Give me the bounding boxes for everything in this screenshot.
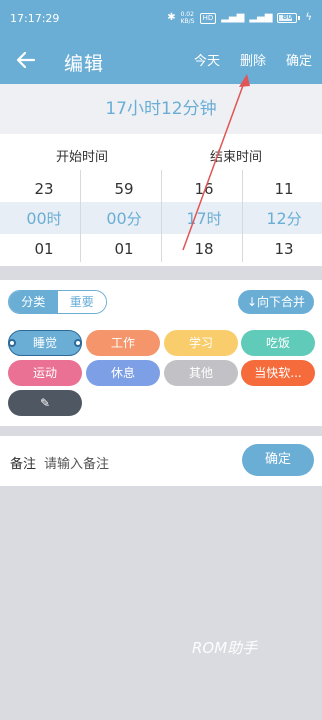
confirm-button[interactable]: 确定 bbox=[242, 444, 314, 476]
selection-handle[interactable] bbox=[74, 339, 82, 347]
app-bar: 编辑 今天 删除 确定 bbox=[0, 38, 322, 84]
segment-categories[interactable]: 分类 bbox=[9, 291, 58, 313]
category-chip-rest[interactable]: 休息 bbox=[86, 360, 160, 386]
wheel-item-selected: 12分 bbox=[266, 209, 302, 228]
wheel-divider bbox=[242, 170, 243, 262]
chip-label: 学习 bbox=[188, 336, 213, 350]
status-icons: ✱ 0.02 KB/S HD ▂▄▆ ▂▄▆ 80 ϟ bbox=[167, 11, 312, 25]
category-chip-sport[interactable]: 运动 bbox=[8, 360, 82, 386]
wheel-item-selected: 17时 bbox=[186, 209, 222, 228]
signal-icon-2: ▂▄▆ bbox=[249, 12, 273, 23]
battery-level: 80 bbox=[282, 13, 293, 21]
bluetooth-icon: ✱ bbox=[167, 12, 176, 23]
charging-icon: ϟ bbox=[305, 12, 312, 23]
wheel-item-below: 01 bbox=[114, 240, 134, 258]
category-chip-eat[interactable]: 吃饭 bbox=[241, 330, 315, 356]
wheel-item-above: 16 bbox=[194, 180, 214, 198]
chip-label: 吃饭 bbox=[265, 336, 290, 350]
wheel-item-below: 01 bbox=[34, 240, 54, 258]
category-segment-control: 分类 重要 bbox=[8, 290, 107, 314]
battery-icon: 80 bbox=[277, 13, 301, 23]
wheel-divider bbox=[161, 170, 162, 262]
chip-label: 其他 bbox=[188, 366, 213, 380]
status-bar: 17:17:29 ✱ 0.02 KB/S HD ▂▄▆ ▂▄▆ 80 ϟ bbox=[0, 0, 322, 38]
wheel-item-above: 23 bbox=[34, 180, 54, 198]
category-chip-dangkuai[interactable]: 当快软... bbox=[241, 360, 315, 386]
chip-label: 当快软... bbox=[254, 366, 302, 380]
end-time-header: 结束时间 bbox=[210, 150, 263, 165]
duration-display: 17小时12分钟 bbox=[0, 84, 322, 134]
merge-down-button[interactable]: ↓向下合并 bbox=[238, 290, 314, 314]
note-row: 备注 请输入备注 确定 bbox=[0, 436, 322, 486]
edit-categories-button[interactable]: ✎ bbox=[8, 390, 82, 416]
wheel-item-below: 13 bbox=[274, 240, 294, 258]
wheel-item-above: 11 bbox=[274, 180, 294, 198]
wheel-item-above: 59 bbox=[114, 180, 134, 198]
note-input[interactable]: 请输入备注 bbox=[44, 453, 109, 472]
pencil-icon: ✎ bbox=[39, 396, 51, 410]
wheel-divider bbox=[80, 170, 81, 262]
data-speed-icon: 0.02 KB/S bbox=[180, 11, 195, 25]
category-chip-study[interactable]: 学习 bbox=[164, 330, 238, 356]
wheel-item-below: 18 bbox=[194, 240, 214, 258]
status-time: 17:17:29 bbox=[10, 12, 60, 25]
chip-label: 运动 bbox=[32, 366, 57, 380]
chip-label: 睡觉 bbox=[32, 336, 57, 350]
signal-icon: ▂▄▆ bbox=[221, 12, 245, 23]
start-minute-wheel[interactable]: 59 00分 01 bbox=[84, 174, 164, 264]
start-time-header: 开始时间 bbox=[56, 150, 109, 165]
segment-important[interactable]: 重要 bbox=[57, 291, 106, 313]
delete-button[interactable]: 删除 bbox=[240, 50, 266, 69]
category-section: 分类 重要 ↓向下合并 睡觉 工作 学习 吃饭 运动 休息 其他 当快软... … bbox=[0, 280, 322, 426]
wheel-item-selected: 00分 bbox=[106, 209, 142, 228]
end-hour-wheel[interactable]: 16 17时 18 bbox=[164, 174, 244, 264]
start-hour-wheel[interactable]: 23 00时 01 bbox=[4, 174, 84, 264]
category-chip-sleep[interactable]: 睡觉 bbox=[8, 330, 82, 356]
today-button[interactable]: 今天 bbox=[194, 50, 220, 69]
done-button[interactable]: 确定 bbox=[286, 50, 312, 69]
end-minute-wheel[interactable]: 11 12分 13 bbox=[244, 174, 322, 264]
note-label: 备注 bbox=[10, 457, 37, 472]
chip-label: 工作 bbox=[110, 336, 135, 350]
page-title: 编辑 bbox=[64, 53, 105, 75]
category-chip-work[interactable]: 工作 bbox=[86, 330, 160, 356]
wheel-item-selected: 00时 bbox=[26, 209, 62, 228]
back-arrow-icon[interactable] bbox=[12, 46, 40, 74]
watermark: ROM助手 bbox=[192, 639, 258, 657]
chip-label: 休息 bbox=[110, 366, 135, 380]
hd-icon: HD bbox=[199, 12, 217, 24]
category-chip-other[interactable]: 其他 bbox=[164, 360, 238, 386]
selection-handle[interactable] bbox=[8, 339, 16, 347]
time-picker: 开始时间 结束时间 23 00时 01 59 00分 01 16 17时 18 … bbox=[0, 134, 322, 266]
